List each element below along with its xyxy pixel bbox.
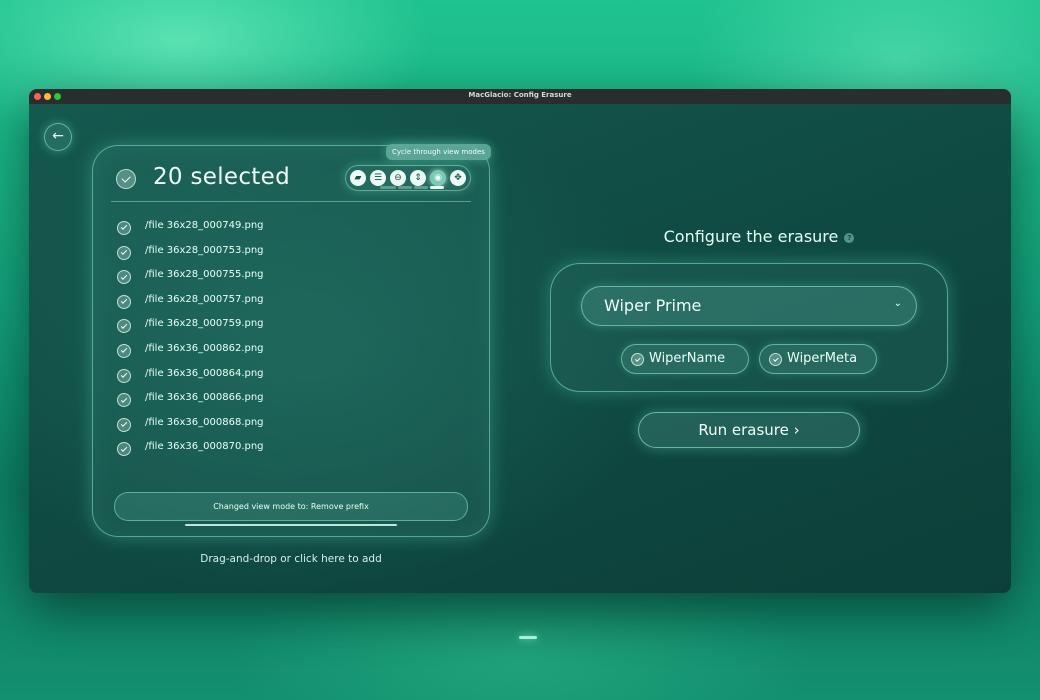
page-indicator[interactable] [398,186,412,189]
minus-circle-icon[interactable]: ⊖ [390,170,406,186]
page-indicator[interactable] [414,186,428,189]
checkmark-icon [121,173,131,183]
file-name: /file 36x28_000759.png [145,318,264,330]
file-name: /file 36x28_000757.png [145,293,264,305]
checkmark-icon [120,371,128,379]
dock-indicator [519,636,537,639]
checkmark-icon [120,445,128,452]
checkmark-icon [120,347,128,354]
chip-label: WiperMeta [787,351,858,366]
file-checkbox[interactable] [117,368,131,383]
arrow-left-icon: ← [52,128,64,144]
preset-dropdown[interactable]: Wiper Prime ⌄ [581,286,917,326]
checkmark-icon [120,396,128,403]
config-panel: Wiper Prime ⌄ WiperName WiperMeta [550,263,948,392]
chevron-down-icon: ⌄ [893,298,902,309]
config-title: Configure the erasure [663,227,839,246]
file-name: /file 36x28_000753.png [145,244,264,256]
checkmark-icon [120,420,128,428]
file-name: /file 36x28_000749.png [145,220,264,231]
chip-checkbox [769,353,782,366]
status-message: Changed view mode to: Remove prefix [114,492,468,521]
expand-icon[interactable]: ✥ [450,170,466,186]
file-name: /file 36x36_000862.png [145,342,264,354]
config-heading: Configure the erasure? [549,227,969,246]
file-checkbox[interactable] [117,343,131,358]
page-indicator-active[interactable] [430,186,444,189]
checkmark-icon [120,322,128,329]
file-checkbox[interactable] [117,270,131,285]
eye-icon[interactable]: ◉ [430,170,446,186]
run-erasure-button[interactable]: Run erasure › [638,412,860,448]
checkmark-icon [634,355,641,362]
option-wipermeta-toggle[interactable]: WiperMeta [759,344,877,374]
file-selection-panel: 20 selected ▰ ☰ ⊖ ⇕ ◉ ✥ Cycle through vi… [92,144,491,537]
sort-icon[interactable]: ⇕ [410,170,426,186]
title-bar: MacGlacio: Config Erasure [29,89,1011,104]
file-name: /file 36x36_000864.png [145,367,264,379]
divider [111,201,471,202]
list-icon[interactable]: ☰ [370,170,386,186]
option-wipername-toggle[interactable]: WiperName [621,344,749,374]
view-mode-tooltip: Cycle through view modes [386,144,491,160]
file-checkbox[interactable] [117,319,131,334]
checkmark-icon [120,273,128,280]
status-progress-bar [185,524,397,526]
checkmark-icon [120,224,128,231]
file-checkbox[interactable] [117,393,131,408]
file-name: /file 36x36_000868.png [145,416,264,428]
back-button[interactable]: ← [44,123,72,151]
selected-count: 20 selected [153,164,290,190]
file-checkbox[interactable] [117,442,131,457]
folder-icon[interactable]: ▰ [350,170,366,186]
file-checkbox[interactable] [117,221,131,235]
file-checkbox[interactable] [117,417,131,432]
chip-label: WiperName [649,351,726,366]
page-indicator[interactable] [380,186,396,189]
preset-value: Wiper Prime [604,296,702,315]
select-all-checkbox[interactable] [116,169,136,189]
file-name: /file 36x28_000755.png [145,269,264,281]
checkmark-icon [772,355,779,362]
window-title: MacGlacio: Config Erasure [468,91,572,99]
help-icon[interactable]: ? [844,232,855,243]
checkmark-icon [120,248,128,256]
file-checkbox[interactable] [117,294,131,309]
file-name: /file 36x36_000866.png [145,392,264,404]
file-checkbox[interactable] [117,245,131,260]
checkmark-icon [120,298,128,305]
chip-checkbox [631,353,644,366]
app-window: MacGlacio: Config Erasure ← 20 selected … [29,89,1011,593]
file-name: /file 36x36_000870.png [145,441,264,453]
drop-zone-hint[interactable]: Drag-and-drop or click here to add [92,553,490,565]
